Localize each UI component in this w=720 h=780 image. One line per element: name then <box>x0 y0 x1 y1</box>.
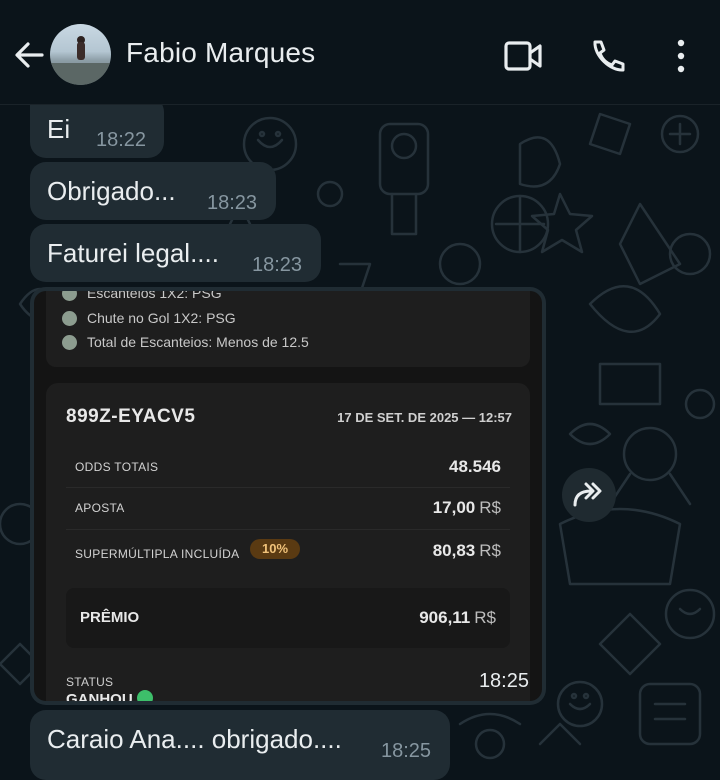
stake-label: APOSTA <box>75 501 125 515</box>
won-check-icon <box>136 690 153 701</box>
message-time: 18:25 <box>381 740 432 762</box>
message-text: Ei <box>47 114 71 144</box>
check-icon <box>62 311 77 326</box>
forward-icon <box>573 482 602 507</box>
message-text: Faturei legal.... <box>47 238 219 268</box>
status-label: STATUS <box>66 675 114 689</box>
message-bubble[interactable]: Ei 18:22 <box>30 96 164 158</box>
prize-box: PRÊMIO 906,11 R$ <box>66 588 510 648</box>
selections-panel: Escanteios 1X2: PSG Chute no Gol 1X2: PS… <box>46 291 530 367</box>
message-time: 18:22 <box>96 129 147 151</box>
message-time: 18:23 <box>207 192 258 214</box>
odds-value: 48.546 <box>449 457 501 476</box>
stake-value: 17,00 R$ <box>432 498 501 517</box>
back-arrow-icon[interactable] <box>12 38 46 72</box>
selection-row: Total de Escanteios: Menos de 12.5 <box>62 334 309 350</box>
message-bubble[interactable]: Caraio Ana.... obrigado.... 18:25 <box>30 710 450 780</box>
check-icon <box>62 291 77 301</box>
message-time: 18:25 <box>478 670 529 692</box>
forward-button[interactable] <box>562 468 616 522</box>
prize-label: PRÊMIO <box>80 609 140 626</box>
message-text: Caraio Ana.... obrigado.... <box>47 724 342 754</box>
message-time: 18:23 <box>252 254 303 276</box>
video-call-icon[interactable] <box>503 38 543 74</box>
image-message[interactable]: Escanteios 1X2: PSG Chute no Gol 1X2: PS… <box>30 287 546 705</box>
chat-header: Fabio Marques <box>0 0 720 105</box>
bet-date: 17 DE SET. DE 2025 — 12:57 <box>337 410 512 425</box>
contact-name[interactable]: Fabio Marques <box>126 37 315 69</box>
selection-row: Chute no Gol 1X2: PSG <box>62 310 236 326</box>
bonus-badge: 10% <box>250 539 300 559</box>
bet-code: 899Z-EYACV5 <box>66 406 196 427</box>
message-text: Obrigado... <box>47 176 176 206</box>
supermultipla-label: SUPERMÚLTIPLA INCLUÍDA <box>75 547 240 561</box>
voice-call-icon[interactable] <box>587 38 627 74</box>
prize-value: 906,11 R$ <box>419 608 496 627</box>
selection-row: Escanteios 1X2: PSG <box>62 291 222 301</box>
bet-summary-panel: 899Z-EYACV5 17 DE SET. DE 2025 — 12:57 O… <box>46 383 530 701</box>
contact-avatar[interactable] <box>50 24 111 85</box>
status-value: GANHOU <box>66 690 153 701</box>
supermultipla-value: 80,83 R$ <box>432 541 501 560</box>
odds-label: ODDS TOTAIS <box>75 460 159 474</box>
more-options-icon[interactable] <box>661 38 701 74</box>
check-icon <box>62 335 77 350</box>
message-bubble[interactable]: Obrigado... 18:23 <box>30 162 276 220</box>
message-bubble[interactable]: Faturei legal.... 18:23 <box>30 224 321 282</box>
bet-slip-image[interactable]: Escanteios 1X2: PSG Chute no Gol 1X2: PS… <box>34 291 542 701</box>
